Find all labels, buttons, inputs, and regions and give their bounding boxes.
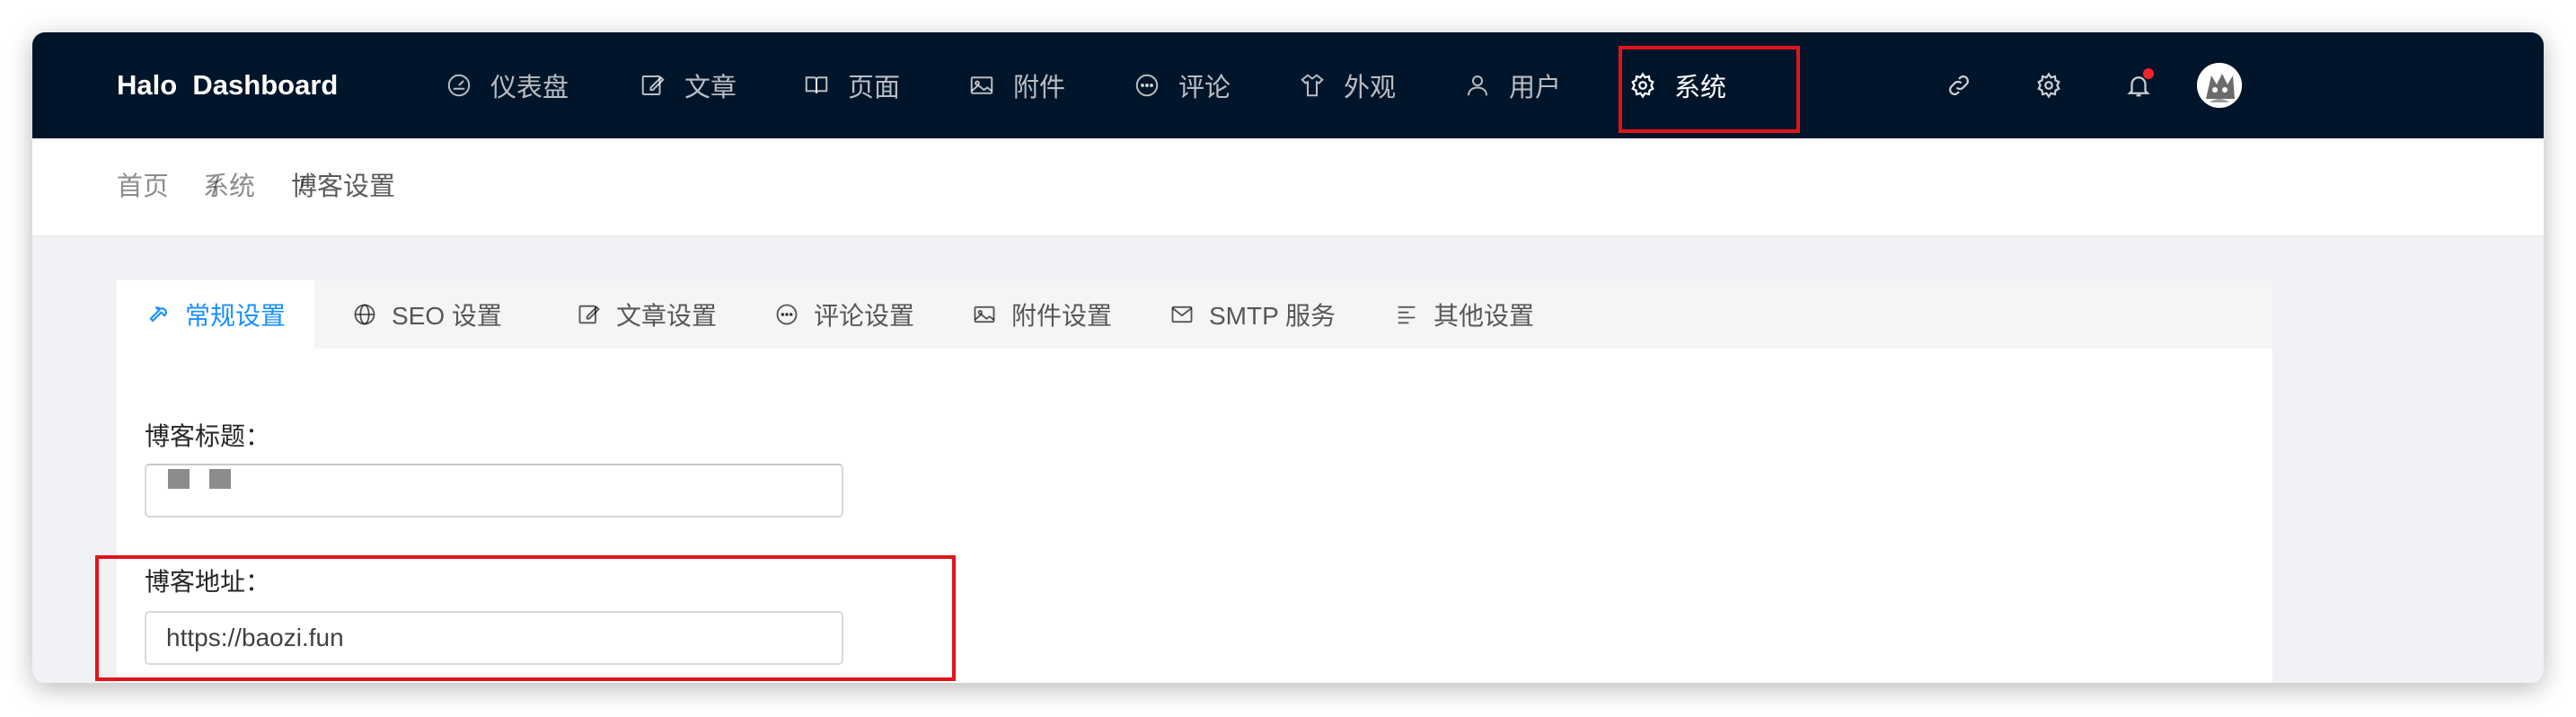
dashboard-icon bbox=[446, 72, 472, 99]
mail-icon bbox=[1169, 302, 1195, 327]
breadcrumb-system[interactable]: 系统 bbox=[203, 138, 255, 235]
picture-icon bbox=[972, 302, 997, 327]
nav-item-pages[interactable]: 页面 bbox=[803, 32, 900, 138]
nav-item-users[interactable]: 用户 bbox=[1464, 32, 1561, 138]
nav-item-posts[interactable]: 文章 bbox=[640, 32, 737, 138]
tab-label: 评论设置 bbox=[814, 302, 915, 330]
tab-other[interactable]: 其他设置 bbox=[1394, 280, 1534, 349]
blog-url-input[interactable]: https://baozi.fun bbox=[145, 611, 843, 665]
app-logo[interactable]: Halo Dashboard bbox=[117, 32, 338, 138]
avatar[interactable] bbox=[2197, 63, 2242, 108]
nav-item-appearance[interactable]: 外观 bbox=[1299, 32, 1396, 138]
settings-card: 常规设置 SEO 设置 文章设置 评论设置 附件设置 SMTP 服务 其他设置 … bbox=[95, 280, 2272, 683]
nav-item-label: 评论 bbox=[1178, 74, 1231, 102]
top-nav-bar: Halo Dashboard 仪表盘 文章 页面 附件 评论 外观 用户 系统 bbox=[32, 32, 2544, 138]
breadcrumb-current-label: 博客设置 bbox=[291, 173, 396, 201]
nav-item-label: 页面 bbox=[848, 74, 901, 102]
breadcrumb-home[interactable]: 首页 bbox=[117, 138, 169, 235]
blog-title-input[interactable] bbox=[145, 464, 843, 518]
global-icon bbox=[352, 302, 377, 327]
nav-item-label: 外观 bbox=[1344, 74, 1397, 102]
tab-label: SMTP 服务 bbox=[1209, 302, 1337, 330]
tab-smtp[interactable]: SMTP 服务 bbox=[1169, 280, 1336, 349]
comment-icon bbox=[1134, 72, 1160, 99]
link-icon[interactable] bbox=[1940, 66, 1978, 104]
tool-icon bbox=[146, 302, 171, 327]
nav-item-attachments[interactable]: 附件 bbox=[968, 32, 1065, 138]
shirt-icon bbox=[1299, 72, 1326, 99]
nav-item-dashboard[interactable]: 仪表盘 bbox=[446, 32, 569, 138]
nav-item-label: 附件 bbox=[1013, 74, 1066, 102]
blog-url-label: 博客地址： bbox=[145, 568, 271, 596]
tab-post[interactable]: 文章设置 bbox=[577, 280, 717, 349]
bell-icon[interactable] bbox=[2120, 66, 2157, 104]
tab-label: 附件设置 bbox=[1011, 302, 1113, 330]
setting-icon[interactable] bbox=[2030, 66, 2068, 104]
tab-attachment[interactable]: 附件设置 bbox=[972, 280, 1112, 349]
nav-item-label: 文章 bbox=[684, 74, 737, 102]
breadcrumb-current: 博客设置 bbox=[291, 138, 395, 235]
breadcrumb: 首页 / 系统 / 博客设置 bbox=[32, 138, 2544, 236]
blog-title-label: 博客标题： bbox=[145, 422, 271, 450]
nav-item-label: 系统 bbox=[1674, 74, 1727, 102]
breadcrumb-system-label: 系统 bbox=[203, 173, 256, 201]
settings-tabs: 常规设置 SEO 设置 文章设置 评论设置 附件设置 SMTP 服务 其他设置 bbox=[117, 280, 2272, 349]
user-icon bbox=[1464, 72, 1491, 99]
tab-label: 文章设置 bbox=[616, 302, 718, 330]
blog-url-value: https://baozi.fun bbox=[166, 624, 344, 651]
nav-item-label: 用户 bbox=[1509, 74, 1562, 102]
edit-icon bbox=[640, 72, 666, 99]
tab-general[interactable]: 常规设置 bbox=[117, 280, 314, 349]
blog-title-redacted bbox=[168, 469, 231, 489]
app-window: Halo Dashboard 仪表盘 文章 页面 附件 评论 外观 用户 系统 … bbox=[32, 32, 2544, 683]
book-icon bbox=[803, 72, 830, 99]
tab-comment[interactable]: 评论设置 bbox=[774, 280, 914, 349]
nav-item-label: 仪表盘 bbox=[490, 74, 569, 102]
message-icon bbox=[774, 302, 799, 327]
nav-item-system[interactable]: 系统 bbox=[1629, 32, 1726, 138]
tab-label: 常规设置 bbox=[184, 302, 286, 330]
setting-icon bbox=[1629, 72, 1656, 99]
picture-icon bbox=[968, 72, 995, 99]
notification-dot bbox=[2143, 68, 2154, 79]
tab-label: SEO 设置 bbox=[392, 302, 502, 330]
align-left-icon bbox=[1394, 302, 1419, 327]
nav-item-comments[interactable]: 评论 bbox=[1134, 32, 1231, 138]
tab-seo[interactable]: SEO 设置 bbox=[352, 280, 502, 349]
form-icon bbox=[577, 302, 602, 327]
tab-label: 其他设置 bbox=[1434, 302, 1535, 330]
